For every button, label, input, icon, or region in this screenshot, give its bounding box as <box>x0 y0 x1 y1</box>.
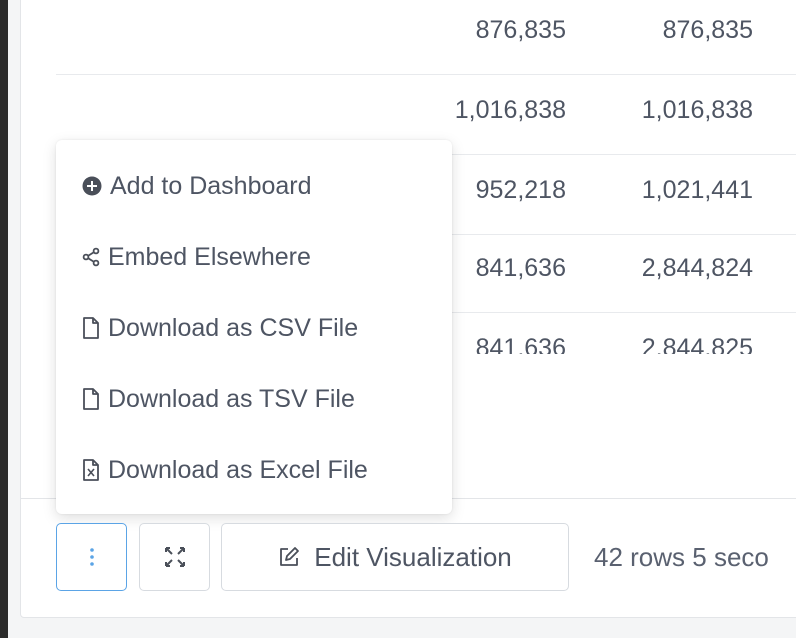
edit-icon <box>280 547 300 566</box>
menu-item-embed-elsewhere[interactable]: Embed Elsewhere <box>82 239 311 275</box>
plus-circle-icon <box>82 176 102 196</box>
edit-visualization-button[interactable]: Edit Visualization <box>221 523 569 591</box>
table-cell: 841,636 <box>475 334 566 354</box>
menu-item-label: Download as CSV File <box>108 313 359 342</box>
results-status: 42 rows 5 seco <box>594 542 769 572</box>
more-actions-button[interactable] <box>56 523 127 591</box>
table-cell: 876,835 <box>475 16 566 44</box>
edit-visualization-label: Edit Visualization <box>314 541 512 572</box>
menu-item-label: Add to Dashboard <box>110 171 312 200</box>
menu-item-download-csv[interactable]: Download as CSV File <box>82 310 358 346</box>
menu-item-add-to-dashboard[interactable]: Add to Dashboard <box>82 168 312 204</box>
table-cell: 1,016,838 <box>641 96 753 124</box>
table-cell: 2,844,824 <box>641 254 753 282</box>
fullscreen-icon <box>164 547 185 567</box>
menu-item-download-tsv[interactable]: Download as TSV File <box>82 381 355 417</box>
table-cell: 2,844,825 <box>641 334 753 354</box>
menu-item-label: Download as TSV File <box>108 384 355 413</box>
menu-item-label: Embed Elsewhere <box>108 242 311 271</box>
table-row: 876,835 876,835 <box>56 0 796 75</box>
table-cell: 841,636 <box>475 254 566 282</box>
table-cell: 876,835 <box>662 16 753 44</box>
actions-menu: Add to Dashboard Embed Elsewhere Downloa… <box>56 140 452 514</box>
table-cell: 952,218 <box>475 176 566 204</box>
fullscreen-button[interactable] <box>139 523 210 591</box>
file-icon <box>83 388 99 410</box>
excel-file-icon <box>83 459 99 481</box>
kebab-menu-icon <box>89 548 94 566</box>
menu-item-label: Download as Excel File <box>108 455 368 484</box>
file-icon <box>83 317 99 339</box>
table-cell: 1,021,441 <box>641 176 753 204</box>
share-icon <box>82 247 100 267</box>
table-cell: 1,016,838 <box>454 96 566 124</box>
menu-item-download-excel[interactable]: Download as Excel File <box>82 452 368 488</box>
